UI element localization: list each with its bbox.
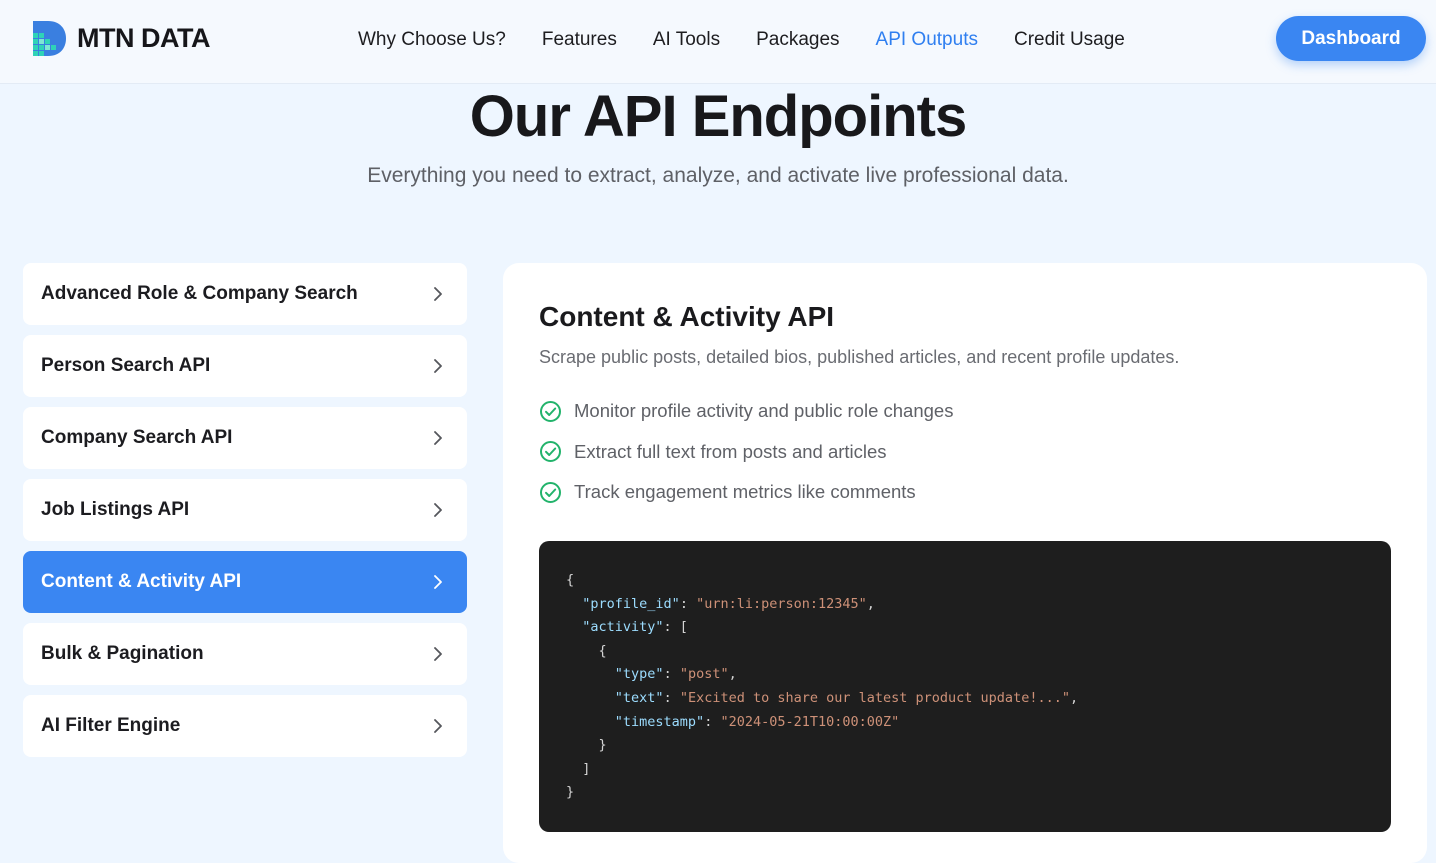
endpoint-item-company-search[interactable]: Company Search API <box>23 407 467 469</box>
chevron-right-icon <box>431 287 445 301</box>
endpoint-item-content-activity[interactable]: Content & Activity API <box>23 551 467 613</box>
code-key: "profile_id" <box>582 595 680 612</box>
endpoint-item-label: Bulk & Pagination <box>41 643 204 664</box>
code-key: "timestamp" <box>614 713 705 730</box>
chevron-right-icon <box>431 431 445 445</box>
check-circle-icon <box>539 400 562 423</box>
endpoint-title: Content & Activity API <box>539 301 835 332</box>
code-key: "text" <box>614 689 664 706</box>
nav-features[interactable]: Features <box>542 28 617 52</box>
code-key: "type" <box>614 666 664 683</box>
nav-api-outputs[interactable]: API Outputs <box>876 28 978 52</box>
code-string: "Excited to share our latest product upd… <box>679 689 1070 706</box>
nav-why-choose-us[interactable]: Why Choose Us? <box>358 28 506 52</box>
code-key: "activity" <box>582 619 664 636</box>
page-title-highlight: Endpoints <box>691 84 967 149</box>
feature-list: Monitor profile activity and public role… <box>539 399 953 521</box>
feature-item: Track engagement metrics like comments <box>539 480 953 504</box>
endpoint-item-bulk-pagination[interactable]: Bulk & Pagination <box>23 623 467 685</box>
json-code-sample: { "profile_id": "urn:li:person:12345", "… <box>539 541 1391 832</box>
check-circle-icon <box>539 481 562 504</box>
main-nav: Why Choose Us? Features AI Tools Package… <box>358 28 1161 52</box>
page-title-text: Our API <box>469 84 692 149</box>
feature-item: Extract full text from posts and article… <box>539 440 953 464</box>
logo-icon <box>30 20 67 57</box>
endpoint-item-label: Company Search API <box>41 427 233 448</box>
code-string: "urn:li:person:12345" <box>696 595 867 612</box>
feature-item: Monitor profile activity and public role… <box>539 399 953 423</box>
page-title: Our API Endpoints <box>0 84 1436 150</box>
page-subtitle: Everything you need to extract, analyze,… <box>367 164 1069 187</box>
code-string: "post" <box>679 666 729 683</box>
endpoint-item-label: AI Filter Engine <box>41 715 181 736</box>
endpoint-item-job-listings[interactable]: Job Listings API <box>23 479 467 541</box>
nav-packages[interactable]: Packages <box>756 28 839 52</box>
chevron-right-icon <box>431 719 445 733</box>
brand-logo[interactable]: MTN DATA <box>30 19 210 57</box>
endpoint-item-ai-filter-engine[interactable]: AI Filter Engine <box>23 695 467 757</box>
chevron-right-icon <box>431 359 445 373</box>
check-circle-icon <box>539 440 562 463</box>
endpoint-item-person-search[interactable]: Person Search API <box>23 335 467 397</box>
brand-name: MTN DATA <box>77 22 210 53</box>
nav-ai-tools[interactable]: AI Tools <box>653 28 720 52</box>
chevron-right-icon <box>431 647 445 661</box>
code-string: "2024-05-21T10:00:00Z" <box>720 713 900 730</box>
chevron-right-icon <box>431 503 445 517</box>
feature-text: Extract full text from posts and article… <box>574 440 887 462</box>
chevron-right-icon <box>431 575 445 589</box>
endpoint-item-label: Content & Activity API <box>41 571 242 592</box>
nav-credit-usage[interactable]: Credit Usage <box>1014 28 1125 52</box>
endpoint-item-label: Advanced Role & Company Search <box>41 283 358 304</box>
endpoint-description: Scrape public posts, detailed bios, publ… <box>539 347 1180 367</box>
endpoint-item-label: Person Search API <box>41 355 211 376</box>
endpoint-detail-panel: Content & Activity API Scrape public pos… <box>503 263 1427 863</box>
feature-text: Track engagement metrics like comments <box>574 481 916 502</box>
feature-text: Monitor profile activity and public role… <box>574 400 954 421</box>
dashboard-button[interactable]: Dashboard <box>1276 16 1426 61</box>
endpoint-list: Advanced Role & Company Search Person Se… <box>23 263 467 767</box>
endpoint-item-label: Job Listings API <box>41 499 190 520</box>
site-header: MTN DATA Why Choose Us? Features AI Tool… <box>0 0 1436 84</box>
endpoint-item-advanced-role-company-search[interactable]: Advanced Role & Company Search <box>23 263 467 325</box>
